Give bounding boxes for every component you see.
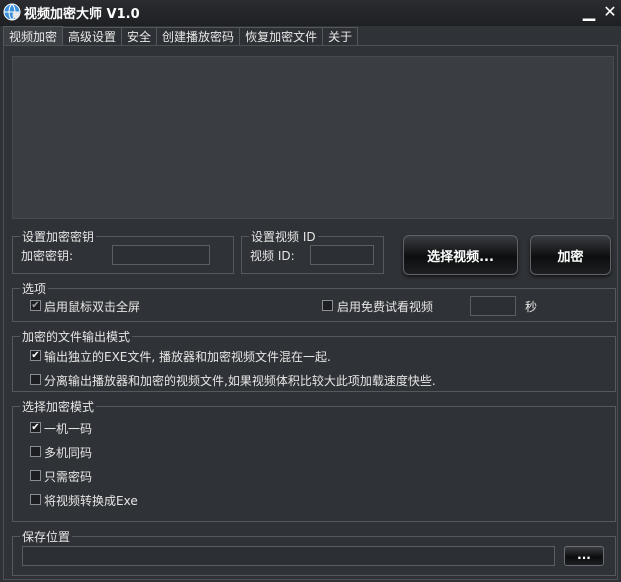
key-input[interactable]	[112, 245, 210, 265]
mode-multi-machine-checkbox[interactable]	[30, 446, 41, 457]
seconds-unit-label: 秒	[525, 300, 538, 314]
video-preview-area[interactable]	[12, 56, 614, 219]
trial-checkbox[interactable]	[322, 300, 333, 311]
output-mode-legend: 加密的文件输出模式	[22, 330, 131, 344]
title-bar: 视频加密大师 V1.0 ▁ ✕	[0, 0, 621, 26]
key-label: 加密密钥:	[21, 249, 74, 263]
app-shield-icon	[3, 3, 21, 21]
mode-convert-exe-checkbox[interactable]	[30, 494, 41, 505]
mode-one-machine-label: 一机一码	[44, 422, 93, 436]
select-video-button[interactable]: 选择视频...	[403, 235, 518, 275]
close-button[interactable]: ✕	[600, 2, 620, 22]
output-exe-checkbox[interactable]: ✔	[30, 350, 41, 361]
fullscreen-label: 启用鼠标双击全屏	[44, 300, 141, 314]
tab-advanced-settings[interactable]: 高级设置	[62, 27, 123, 45]
mode-password-only-checkbox[interactable]	[30, 470, 41, 481]
encrypt-mode-legend: 选择加密模式	[22, 400, 95, 414]
mode-convert-exe-label: 将视频转换成Exe	[44, 494, 138, 508]
tab-security[interactable]: 安全	[121, 27, 158, 45]
output-exe-label: 输出独立的EXE文件, 播放器和加密视频文件混在一起.	[44, 350, 331, 364]
mode-password-only-label: 只需密码	[44, 470, 93, 484]
options-legend: 选项	[22, 282, 47, 296]
video-id-group-legend: 设置视频 ID	[251, 230, 316, 244]
output-separate-label: 分离输出播放器和加密的视频文件,如果视频体积比较大此项加载速度快些.	[44, 374, 436, 388]
trial-label: 启用免费试看视频	[337, 300, 434, 314]
save-path-input[interactable]	[22, 546, 555, 566]
key-group-legend: 设置加密密钥	[22, 230, 95, 244]
tab-bar: 视频加密 高级设置 安全 创建播放密码 恢复加密文件 关于	[3, 26, 359, 46]
trial-seconds-input[interactable]	[470, 296, 516, 316]
mode-one-machine-checkbox[interactable]: ✔	[30, 422, 41, 433]
output-separate-checkbox[interactable]	[30, 374, 41, 385]
encrypt-button[interactable]: 加密	[530, 235, 611, 275]
browse-button[interactable]: ...	[564, 546, 604, 566]
tab-video-encrypt[interactable]: 视频加密	[3, 26, 64, 46]
tab-about[interactable]: 关于	[322, 27, 359, 45]
video-id-label: 视频 ID:	[250, 249, 295, 263]
window-title: 视频加密大师 V1.0	[24, 7, 140, 22]
tab-create-play-password[interactable]: 创建播放密码	[156, 27, 241, 45]
tab-restore-encrypted-file[interactable]: 恢复加密文件	[239, 27, 324, 45]
save-location-legend: 保存位置	[22, 530, 71, 544]
minimize-button[interactable]: ▁	[579, 2, 599, 22]
fullscreen-checkbox[interactable]: ✔	[30, 300, 41, 311]
mode-multi-machine-label: 多机同码	[44, 446, 93, 460]
video-id-input[interactable]	[310, 245, 374, 265]
